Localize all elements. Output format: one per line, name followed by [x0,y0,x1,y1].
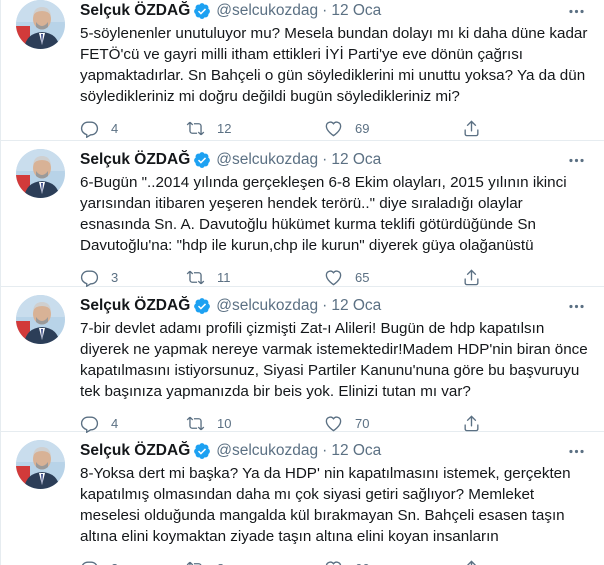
more-options-icon[interactable] [567,442,586,466]
share-button[interactable] [462,268,481,287]
tweet-header: Selçuk ÖZDAĞ @selcukozdag · 12 Oca [80,0,590,22]
avatar-column [16,0,68,140]
avatar[interactable] [16,0,65,49]
like-icon [325,416,342,432]
separator-dot: · [322,151,328,168]
tweet-content: Selçuk ÖZDAĞ @selcukozdag · 12 Oca 7-bir… [68,287,590,433]
more-options-icon[interactable] [567,297,586,321]
tweet-content: Selçuk ÖZDAĞ @selcukozdag · 12 Oca 6-Bug… [68,141,590,287]
retweet-count: 10 [217,416,232,431]
tweet-content: Selçuk ÖZDAĞ @selcukozdag · 12 Oca 8-Yok… [68,432,590,565]
retweet-icon [186,416,205,431]
avatar[interactable] [16,440,65,489]
avatar[interactable] [16,295,65,344]
tweet-text: 8-Yoksa dert mi başka? Ya da HDP' nin ka… [80,465,571,545]
like-button[interactable]: 69 [324,119,462,138]
author-handle[interactable]: @selcukozdag [216,2,318,20]
like-count: 66 [355,561,369,565]
tweet-header: Selçuk ÖZDAĞ @selcukozdag · 12 Oca [80,149,590,171]
author-handle[interactable]: @selcukozdag [216,297,318,315]
like-count: 70 [355,416,370,431]
verified-badge-icon [194,443,211,459]
share-icon [464,415,479,432]
share-button[interactable] [462,119,481,138]
tweet-timestamp[interactable]: 12 Oca [331,442,381,460]
reply-count: 2 [111,561,118,565]
tweet[interactable]: Selçuk ÖZDAĞ @selcukozdag · 12 Oca 8-Yok… [1,432,604,565]
share-button[interactable] [462,414,481,433]
tweet-content: Selçuk ÖZDAĞ @selcukozdag · 12 Oca 5-söy… [68,0,590,140]
author-name[interactable]: Selçuk ÖZDAĞ [80,442,190,460]
like-count: 69 [355,121,370,136]
share-icon [464,120,479,137]
like-count: 65 [355,270,370,285]
retweet-button[interactable]: 12 [186,119,324,138]
like-button[interactable]: 70 [324,414,462,433]
reply-icon [80,121,99,138]
avatar-column [16,432,68,565]
share-icon [466,560,477,565]
tweet-header: Selçuk ÖZDAĞ @selcukozdag · 12 Oca [80,295,590,317]
share-button[interactable] [462,559,481,565]
separator-dot: · [322,2,328,19]
tweet-actions: 2 8 66 [80,559,590,565]
reply-button[interactable]: 4 [80,119,186,138]
tweet-header: Selçuk ÖZDAĞ @selcukozdag · 12 Oca [80,440,590,462]
tweet[interactable]: Selçuk ÖZDAĞ @selcukozdag · 12 Oca 6-Bug… [1,141,604,287]
reply-count: 4 [111,416,119,431]
tweet-text: 5-söylenenler unutuluyor mu? Mesela bund… [80,25,588,105]
verified-badge-icon [194,3,211,19]
retweet-icon [186,561,202,565]
reply-button[interactable]: 3 [80,268,186,287]
avatar-column [16,141,68,286]
separator-dot: · [322,442,328,459]
author-name[interactable]: Selçuk ÖZDAĞ [80,297,190,315]
like-icon [325,561,342,565]
tweet-timestamp[interactable]: 12 Oca [331,151,381,169]
tweet-actions: 3 11 65 [80,268,590,287]
like-icon [325,121,342,137]
retweet-count: 12 [217,121,232,136]
share-icon [464,269,479,286]
reply-count: 3 [111,270,119,285]
author-handle[interactable]: @selcukozdag [216,151,318,169]
author-handle[interactable]: @selcukozdag [216,442,318,460]
reply-icon [80,416,99,433]
avatar-column [16,287,68,431]
reply-button[interactable]: 2 [80,559,186,565]
retweet-count: 8 [217,561,224,565]
separator-dot: · [322,297,328,314]
tweet-timestamp[interactable]: 12 Oca [331,297,381,315]
avatar[interactable] [16,149,65,198]
verified-badge-icon [194,152,211,168]
retweet-icon [186,121,205,136]
reply-icon [80,270,99,287]
more-options-icon[interactable] [567,2,586,26]
tweet-actions: 4 10 70 [80,414,590,433]
tweet[interactable]: Selçuk ÖZDAĞ @selcukozdag · 12 Oca 7-bir… [1,287,604,433]
tweet-actions: 4 12 69 [80,119,590,138]
reply-button[interactable]: 4 [80,414,186,433]
like-icon [325,270,342,286]
like-button[interactable]: 65 [324,268,462,287]
more-options-icon[interactable] [567,151,586,175]
retweet-count: 11 [217,270,231,285]
tweet-timestamp[interactable]: 12 Oca [331,2,381,20]
like-button[interactable]: 66 [324,559,462,565]
author-name[interactable]: Selçuk ÖZDAĞ [80,2,190,20]
reply-icon [81,561,98,565]
tweet-text: 6-Bugün "..2014 yılında gerçekleşen 6-8 … [80,174,567,254]
tweet[interactable]: Selçuk ÖZDAĞ @selcukozdag · 12 Oca 5-söy… [1,0,604,141]
tweet-timeline: Selçuk ÖZDAĞ @selcukozdag · 12 Oca 5-söy… [0,0,604,565]
retweet-button[interactable]: 8 [186,559,324,565]
verified-badge-icon [194,298,211,314]
author-name[interactable]: Selçuk ÖZDAĞ [80,151,190,169]
retweet-icon [186,270,205,285]
tweet-text: 7-bir devlet adamı profili çizmişti Zat-… [80,320,588,400]
retweet-button[interactable]: 11 [186,268,324,287]
reply-count: 4 [111,121,119,136]
retweet-button[interactable]: 10 [186,414,324,433]
